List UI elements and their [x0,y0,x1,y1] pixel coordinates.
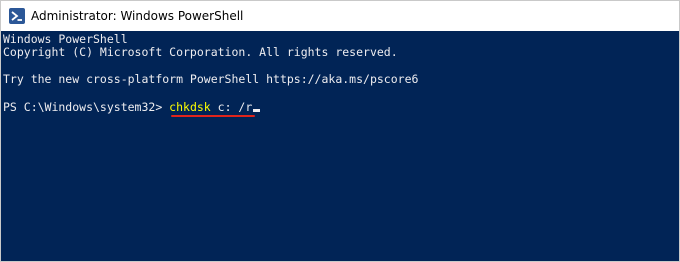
title-bar[interactable]: Administrator: Windows PowerShell [1,1,679,31]
console-line: Try the new cross-platform PowerShell ht… [3,72,419,86]
console-line: Copyright (C) Microsoft Corporation. All… [3,45,398,59]
command-arguments: c: /r [210,100,253,114]
text-cursor [253,109,261,112]
command-name: chkdsk [169,100,211,114]
command-highlight-underline [171,115,255,117]
window-title: Administrator: Windows PowerShell [31,9,244,23]
console-output[interactable]: Windows PowerShell Copyright (C) Microso… [1,31,679,261]
command-line[interactable]: PS C:\Windows\system32> chkdsk c: /r [3,100,261,115]
powershell-icon [9,8,25,24]
powershell-window: Administrator: Windows PowerShell Window… [0,0,680,262]
prompt: PS C:\Windows\system32> [3,100,170,114]
